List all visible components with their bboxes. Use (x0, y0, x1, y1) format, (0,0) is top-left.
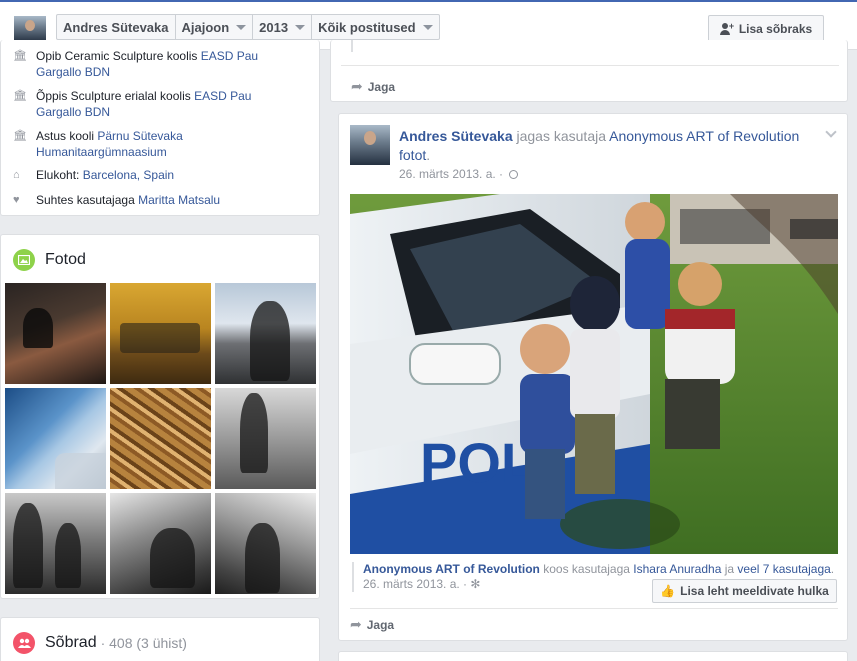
photo-thumbnail[interactable] (215, 493, 316, 594)
add-friend-button[interactable]: + Lisa sõbraks (708, 15, 824, 43)
photo-thumbnail[interactable] (110, 388, 211, 489)
attribution-page-link[interactable]: Anonymous ART of Revolution (363, 562, 540, 576)
post-header: Andres Sütevaka jagas kasutaja Anonymous… (399, 128, 800, 163)
post-options-chevron-icon[interactable] (825, 126, 837, 138)
home-icon: ⌂ (13, 169, 20, 181)
filter-timeline[interactable]: Ajajoon (174, 15, 253, 39)
friends-card: Sõbrad · 408 (3 ühist) (0, 617, 320, 661)
attribution-timestamp[interactable]: 26. märts 2013. a. · (363, 577, 467, 591)
chevron-down-icon (295, 24, 306, 30)
photo-thumbnail[interactable] (215, 388, 316, 489)
filter-posts[interactable]: Kõik postitused (311, 15, 439, 39)
tagged-person-link[interactable]: Ishara Anuradha (633, 562, 721, 576)
divider (341, 65, 839, 66)
post-photo[interactable]: POLI (350, 194, 838, 554)
photo-thumbnail[interactable] (5, 283, 106, 384)
photo-thumbnail[interactable] (110, 493, 211, 594)
about-item: ♥ Suhtes kasutajaga Maritta Matsalu (13, 193, 221, 207)
heart-icon: ♥ (13, 194, 20, 206)
share-button[interactable]: ➦ Jaga (350, 616, 394, 633)
tagged-others-link[interactable]: veel 7 kasutajaga (737, 562, 830, 576)
share-icon: ➦ (350, 616, 362, 632)
shared-photo-post: Andres Sütevaka jagas kasutaja Anonymous… (338, 113, 848, 641)
about-item: ⌂ Elukoht: Barcelona, Spain (13, 168, 175, 182)
divider (350, 608, 838, 609)
photo-thumbnail[interactable] (215, 283, 316, 384)
photos-header[interactable]: Fotod (13, 249, 86, 271)
share-icon: ➦ (351, 78, 363, 94)
chevron-down-icon (236, 24, 247, 30)
previous-post: ➦ Jaga (330, 40, 848, 102)
about-item: 🏛 Õppis Sculpture erialal koolis EASD Pa… (13, 89, 252, 119)
photos-card: Fotod (0, 234, 320, 599)
location-link[interactable]: Barcelona, Spain (83, 168, 174, 182)
divider (351, 40, 353, 52)
filter-year[interactable]: 2013 (252, 15, 311, 39)
photo-thumbnail[interactable] (5, 388, 106, 489)
photo-link[interactable]: fotot (399, 147, 426, 163)
thumbs-up-icon: 👍 (660, 584, 676, 598)
filter-person[interactable]: Andres Sütevaka (57, 15, 175, 39)
police-car-kids-illustration: POLI (350, 194, 838, 554)
post-author-avatar[interactable] (350, 125, 390, 165)
photo-grid (5, 283, 317, 594)
post-timestamp[interactable]: 26. märts 2013. a. · (399, 167, 519, 181)
post-author-link[interactable]: Andres Sütevaka (399, 128, 513, 144)
photo-icon (13, 249, 35, 271)
profile-avatar[interactable] (14, 16, 46, 42)
add-friend-icon: + (719, 21, 734, 35)
timeline-filters: Andres Sütevaka Ajajoon 2013 Kõik postit… (56, 14, 440, 40)
friends-header[interactable]: Sõbrad · 408 (3 ühist) (13, 632, 187, 654)
partner-link[interactable]: Maritta Matsalu (138, 193, 220, 207)
gear-icon: ✻ (470, 577, 481, 591)
photo-thumbnail[interactable] (5, 493, 106, 594)
share-button[interactable]: ➦ Jaga (351, 78, 395, 95)
globe-icon (509, 170, 519, 179)
about-item: 🏛 Opib Ceramic Sculpture koolis EASD Pau… (13, 49, 259, 79)
school-icon: 🏛 (13, 90, 27, 102)
next-post (338, 651, 848, 661)
school-icon: 🏛 (13, 130, 27, 142)
like-page-button[interactable]: 👍 Lisa leht meeldivate hulka (652, 579, 837, 603)
page-link[interactable]: Anonymous ART of Revolution (609, 128, 799, 144)
chevron-down-icon (422, 24, 433, 30)
about-item: 🏛 Astus kooli Pärnu Sütevaka Humanitaarg… (13, 129, 183, 159)
school-icon: 🏛 (13, 50, 27, 62)
intro-card: 🏛 Opib Ceramic Sculpture koolis EASD Pau… (0, 40, 320, 216)
friends-icon (13, 632, 35, 654)
photo-thumbnail[interactable] (110, 283, 211, 384)
